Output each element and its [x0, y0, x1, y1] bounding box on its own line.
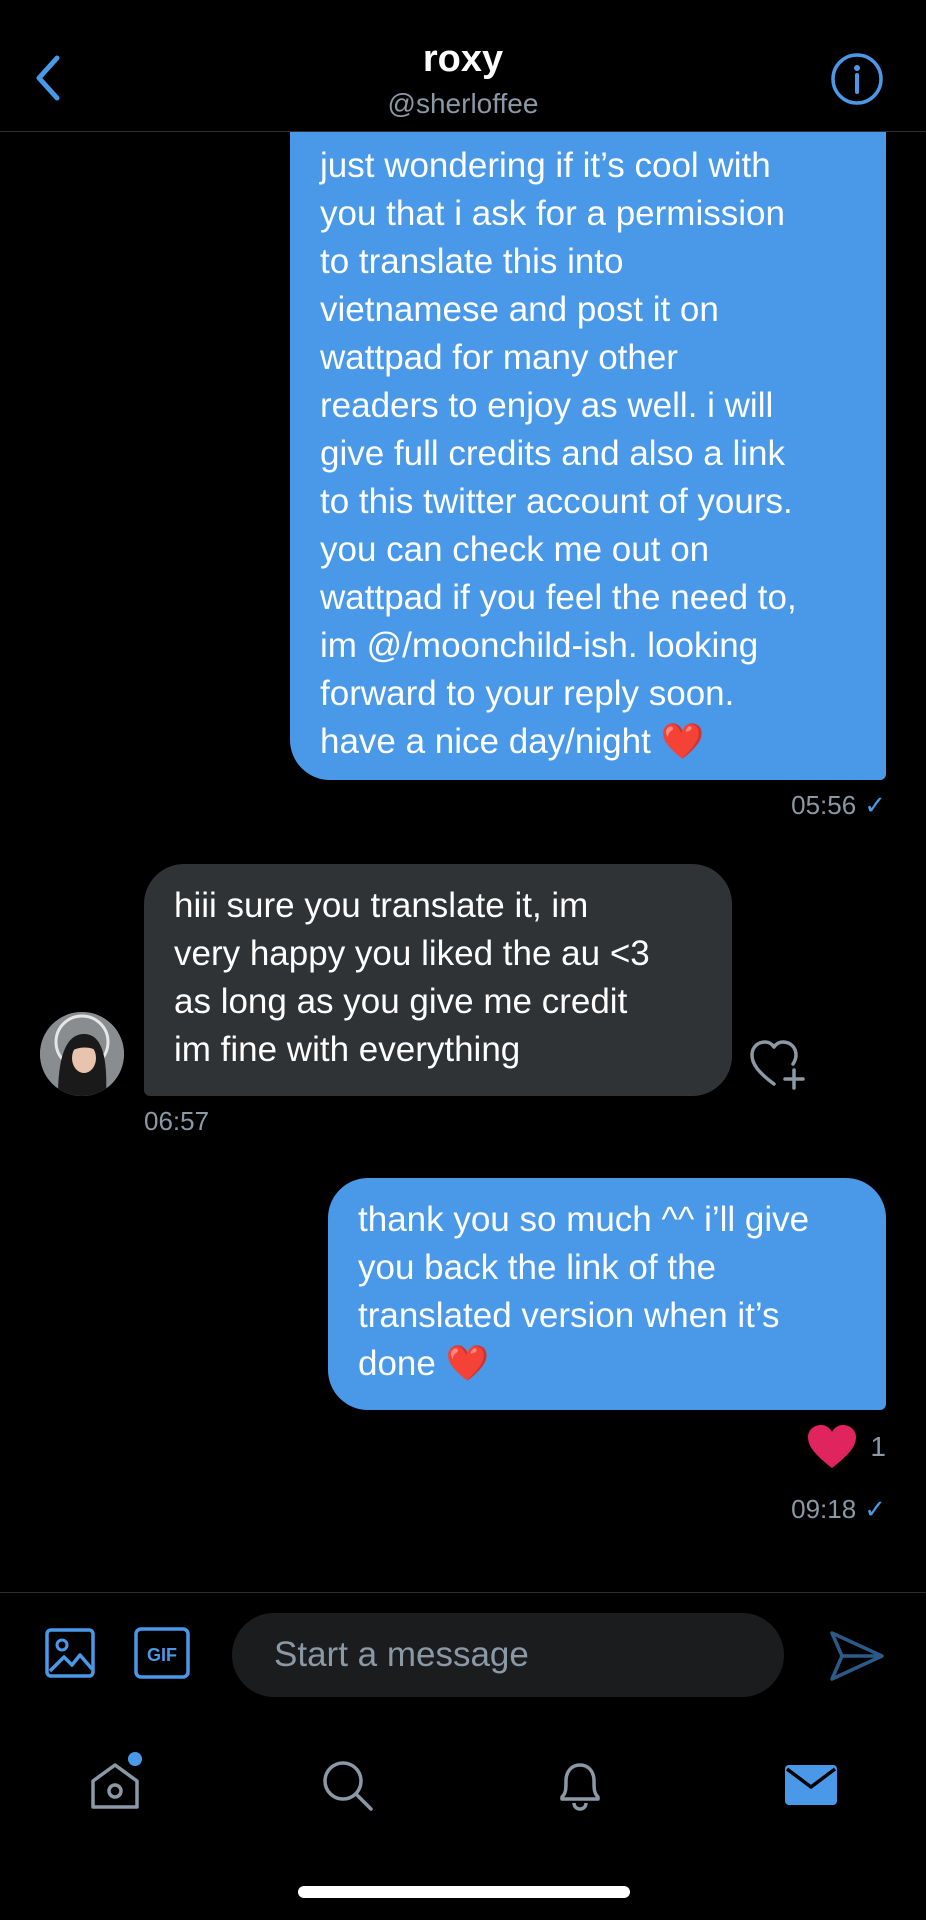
message-line: have a nice day/night ❤️ — [320, 722, 705, 761]
message-bubble-outgoing[interactable]: thank you so much ^^ i’ll give you back … — [328, 1178, 886, 1410]
message-line: you that i ask for a permission — [320, 194, 785, 233]
image-icon — [45, 1628, 95, 1678]
message-line: as long as you give me credit — [174, 982, 628, 1021]
message-line: very happy you liked the au <3 — [174, 934, 650, 973]
like-reaction-badge[interactable]: 1 — [806, 1424, 886, 1470]
read-check-icon: ✓ — [864, 790, 886, 820]
dm-conversation-screen: roxy @sherloffee just wondering if it’s … — [0, 0, 926, 1920]
info-icon — [831, 53, 883, 105]
message-line: just wondering if it’s cool with — [320, 146, 771, 185]
message-bubble-outgoing[interactable]: just wondering if it’s cool with you tha… — [290, 112, 886, 780]
message-line: wattpad for many other — [320, 338, 678, 377]
message-line: im @/moonchild-ish. looking — [320, 626, 759, 665]
home-indicator[interactable] — [298, 1886, 630, 1898]
message-composer: GIF — [0, 1592, 926, 1716]
avatar-image — [40, 1012, 124, 1096]
add-gif-button[interactable]: GIF — [134, 1627, 190, 1684]
message-input[interactable] — [232, 1613, 784, 1697]
conversation-header: roxy @sherloffee — [0, 0, 926, 132]
message-line: you back the link of the — [358, 1248, 716, 1287]
message-line: vietnamese and post it on — [320, 290, 719, 329]
message-meta: 06:57 — [144, 1106, 209, 1137]
message-line: to translate this into — [320, 242, 624, 281]
message-line: im fine with everything — [174, 1030, 521, 1069]
info-button[interactable] — [830, 52, 884, 106]
heart-icon — [808, 1425, 857, 1468]
avatar[interactable] — [40, 1012, 124, 1096]
notifications-icon — [560, 1763, 600, 1811]
message-bubble-incoming[interactable]: hiii sure you translate it, im very happ… — [144, 864, 732, 1096]
message-meta: 05:56 ✓ — [791, 790, 886, 821]
read-check-icon: ✓ — [864, 1494, 886, 1524]
tab-notifications[interactable] — [545, 1750, 615, 1820]
tab-messages[interactable] — [776, 1750, 846, 1820]
message-line: hiii sure you translate it, im — [174, 886, 589, 925]
send-icon — [830, 1631, 884, 1681]
message-line: forward to your reply soon. — [320, 674, 735, 713]
message-line: done ❤️ — [358, 1344, 490, 1383]
message-line: translated version when it’s — [358, 1296, 780, 1335]
message-time: 05:56 — [791, 790, 857, 820]
heart-plus-icon — [750, 1040, 805, 1090]
message-meta: 09:18 ✓ — [791, 1494, 886, 1525]
send-button[interactable] — [828, 1629, 886, 1683]
message-time: 09:18 — [791, 1494, 857, 1524]
gif-icon: GIF — [134, 1627, 190, 1679]
gif-label: GIF — [147, 1645, 177, 1665]
message-time: 06:57 — [144, 1106, 210, 1136]
message-line: to this twitter account of yours. — [320, 482, 793, 521]
add-reaction-button[interactable] — [748, 1038, 808, 1092]
tab-search[interactable] — [312, 1750, 382, 1820]
unread-dot — [128, 1752, 142, 1766]
message-line: wattpad if you feel the need to, — [320, 578, 797, 617]
message-line: thank you so much ^^ i’ll give — [358, 1200, 810, 1239]
search-icon — [323, 1761, 373, 1811]
conversation-name[interactable]: roxy — [0, 38, 926, 81]
add-photo-button[interactable] — [44, 1627, 96, 1684]
messages-icon — [785, 1765, 837, 1805]
conversation-handle[interactable]: @sherloffee — [0, 88, 926, 120]
message-line: give full credits and also a link — [320, 434, 785, 473]
message-line: you can check me out on — [320, 530, 710, 569]
tab-home[interactable] — [80, 1750, 150, 1820]
like-count: 1 — [870, 1431, 886, 1462]
message-line: readers to enjoy as well. i will — [320, 386, 774, 425]
